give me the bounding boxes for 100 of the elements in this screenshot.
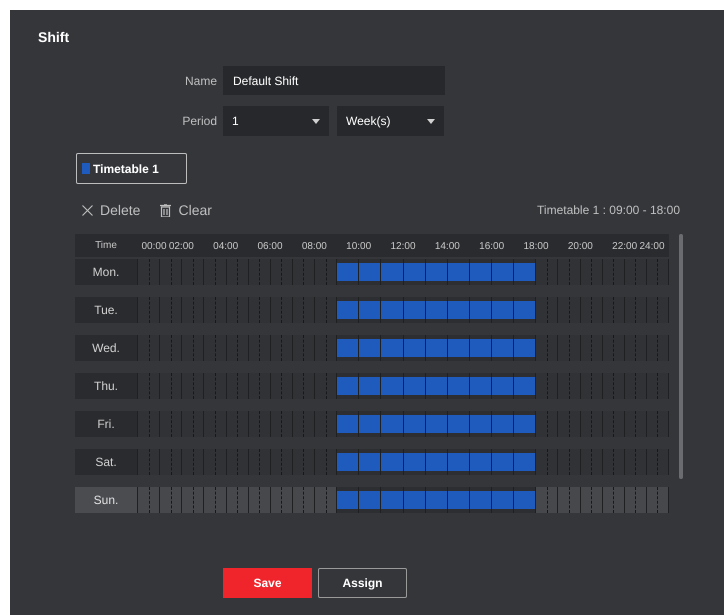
hour-slot[interactable] bbox=[182, 449, 204, 475]
hour-slot[interactable] bbox=[404, 449, 426, 475]
hour-slot[interactable] bbox=[536, 449, 558, 475]
hour-slot[interactable] bbox=[426, 487, 448, 513]
assign-button[interactable]: Assign bbox=[318, 568, 407, 598]
hour-slot[interactable] bbox=[315, 335, 338, 361]
hour-slot[interactable] bbox=[270, 297, 293, 323]
hour-slot[interactable] bbox=[536, 259, 558, 285]
hour-slot[interactable] bbox=[359, 259, 382, 285]
hour-slot[interactable] bbox=[315, 449, 338, 475]
hour-slot[interactable] bbox=[492, 373, 514, 399]
hour-slot[interactable] bbox=[580, 373, 603, 399]
hour-slot[interactable] bbox=[470, 487, 492, 513]
hour-slot[interactable] bbox=[226, 487, 249, 513]
hour-slot[interactable] bbox=[138, 259, 160, 285]
hour-slot[interactable] bbox=[646, 487, 669, 513]
hour-slot[interactable] bbox=[359, 373, 382, 399]
hour-slot[interactable] bbox=[248, 411, 271, 437]
hour-slot[interactable] bbox=[646, 259, 669, 285]
day-label[interactable]: Fri. bbox=[75, 411, 137, 437]
hour-slot[interactable] bbox=[602, 335, 625, 361]
hour-slot[interactable] bbox=[426, 373, 448, 399]
hour-slot[interactable] bbox=[426, 297, 448, 323]
hour-slot[interactable] bbox=[226, 373, 249, 399]
hour-slot[interactable] bbox=[204, 487, 226, 513]
hour-slot[interactable] bbox=[315, 259, 338, 285]
hour-slot[interactable] bbox=[248, 335, 271, 361]
hour-slot[interactable] bbox=[558, 449, 580, 475]
hour-slot[interactable] bbox=[337, 373, 360, 399]
hour-slot[interactable] bbox=[270, 259, 293, 285]
hour-slot[interactable] bbox=[536, 373, 558, 399]
hour-slot[interactable] bbox=[624, 487, 647, 513]
hour-slot[interactable] bbox=[514, 373, 536, 399]
hour-slot[interactable] bbox=[160, 449, 182, 475]
hour-slot[interactable] bbox=[315, 487, 338, 513]
hour-slot[interactable] bbox=[536, 487, 558, 513]
hour-slot[interactable] bbox=[514, 411, 536, 437]
hour-slot[interactable] bbox=[470, 449, 492, 475]
hour-slot[interactable] bbox=[248, 373, 271, 399]
hour-slot[interactable] bbox=[404, 373, 426, 399]
hour-slot[interactable] bbox=[448, 487, 470, 513]
hour-slot[interactable] bbox=[404, 411, 426, 437]
hour-slot[interactable] bbox=[448, 449, 470, 475]
hour-slot[interactable] bbox=[404, 335, 426, 361]
hour-slot[interactable] bbox=[646, 335, 669, 361]
name-input[interactable]: Default Shift bbox=[223, 66, 445, 95]
hour-slot[interactable] bbox=[536, 297, 558, 323]
hour-slot[interactable] bbox=[558, 335, 580, 361]
period-unit-select[interactable]: Week(s) bbox=[337, 106, 444, 136]
hour-slot[interactable] bbox=[337, 259, 360, 285]
hour-slot[interactable] bbox=[624, 259, 647, 285]
day-label[interactable]: Tue. bbox=[75, 297, 137, 323]
hour-slot[interactable] bbox=[204, 373, 226, 399]
save-button[interactable]: Save bbox=[223, 568, 312, 598]
hour-slot[interactable] bbox=[337, 297, 360, 323]
hour-slot[interactable] bbox=[315, 411, 338, 437]
hour-slot[interactable] bbox=[292, 449, 315, 475]
hour-slot[interactable] bbox=[580, 297, 603, 323]
hour-slot[interactable] bbox=[182, 487, 204, 513]
hour-slot[interactable] bbox=[492, 297, 514, 323]
hour-slot[interactable] bbox=[470, 373, 492, 399]
hour-slot[interactable] bbox=[248, 449, 271, 475]
day-label[interactable]: Wed. bbox=[75, 335, 137, 361]
hour-slot[interactable] bbox=[448, 335, 470, 361]
hour-slot[interactable] bbox=[292, 487, 315, 513]
hour-slot[interactable] bbox=[492, 335, 514, 361]
hour-slot[interactable] bbox=[646, 373, 669, 399]
hour-slot[interactable] bbox=[359, 411, 382, 437]
hour-slot[interactable] bbox=[558, 487, 580, 513]
hour-slot[interactable] bbox=[448, 259, 470, 285]
hour-slot[interactable] bbox=[182, 297, 204, 323]
hour-slot[interactable] bbox=[292, 297, 315, 323]
hour-slot[interactable] bbox=[426, 449, 448, 475]
hour-slot[interactable] bbox=[624, 297, 647, 323]
delete-button[interactable]: Delete bbox=[82, 200, 140, 220]
scrollbar[interactable] bbox=[679, 234, 683, 479]
hour-slot[interactable] bbox=[204, 411, 226, 437]
hour-slot[interactable] bbox=[448, 411, 470, 437]
hour-slot[interactable] bbox=[270, 411, 293, 437]
hour-slot[interactable] bbox=[602, 373, 625, 399]
hour-slot[interactable] bbox=[359, 449, 382, 475]
hour-slot[interactable] bbox=[226, 259, 249, 285]
hour-slot[interactable] bbox=[226, 411, 249, 437]
hour-slot[interactable] bbox=[381, 411, 404, 437]
hour-slot[interactable] bbox=[580, 335, 603, 361]
hour-slot[interactable] bbox=[624, 335, 647, 361]
hour-slot[interactable] bbox=[138, 373, 160, 399]
hour-slot[interactable] bbox=[138, 449, 160, 475]
hour-slot[interactable] bbox=[580, 411, 603, 437]
hour-slot[interactable] bbox=[337, 449, 360, 475]
hour-slot[interactable] bbox=[580, 449, 603, 475]
hour-slot[interactable] bbox=[381, 259, 404, 285]
hour-slot[interactable] bbox=[160, 259, 182, 285]
hour-slot[interactable] bbox=[426, 335, 448, 361]
hour-slot[interactable] bbox=[337, 487, 360, 513]
hour-slot[interactable] bbox=[204, 335, 226, 361]
hour-slot[interactable] bbox=[514, 259, 536, 285]
hour-slot[interactable] bbox=[492, 259, 514, 285]
hour-slot[interactable] bbox=[426, 259, 448, 285]
hour-slot[interactable] bbox=[624, 373, 647, 399]
